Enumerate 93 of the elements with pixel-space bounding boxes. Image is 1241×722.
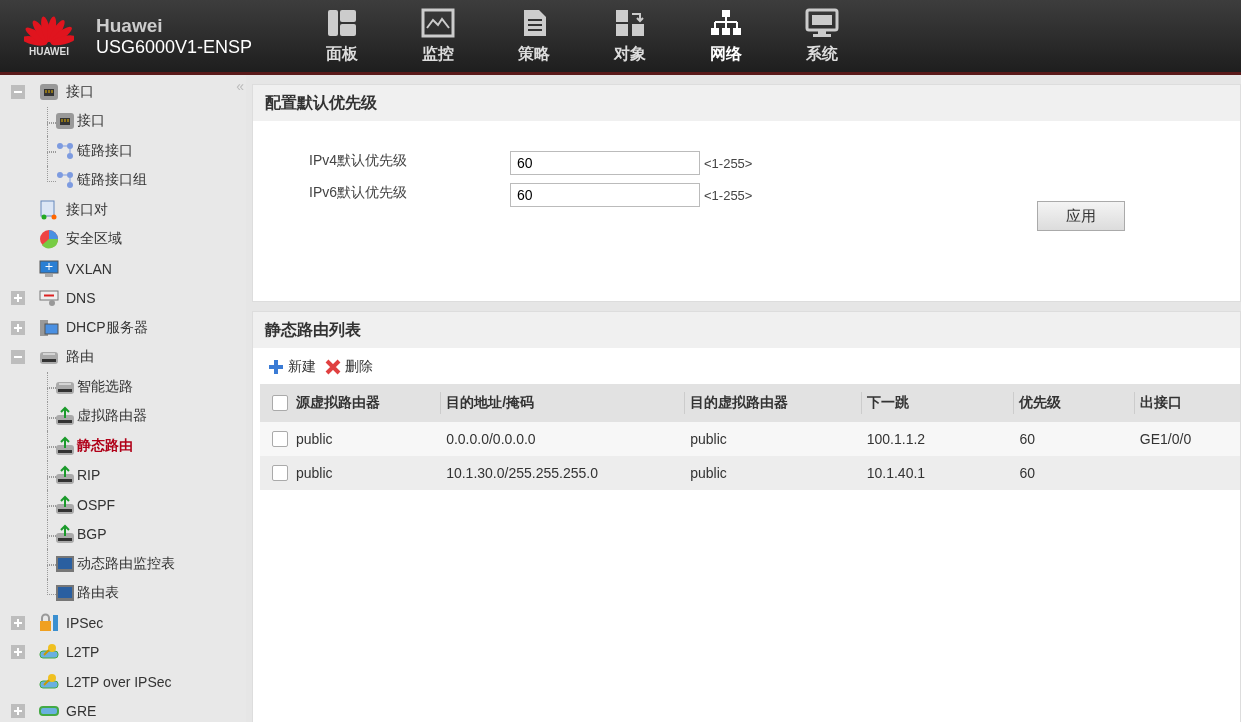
linked-nodes-icon — [55, 170, 75, 191]
input-field[interactable]: 60 — [510, 151, 700, 175]
server-monitor-icon — [39, 317, 59, 338]
panel-title: 配置默认优先级 — [253, 85, 1240, 121]
table-cell: 100.1.1.2 — [866, 431, 926, 447]
collapse-icon[interactable] — [11, 350, 25, 365]
column-header: 出接口 — [1133, 384, 1240, 422]
table-cell: 0.0.0.0/0.0.0.0 — [446, 431, 536, 447]
router-arrow-icon — [55, 494, 75, 515]
table-cell: 10.1.30.0/255.255.255.0 — [446, 465, 598, 481]
tree-item[interactable]: IPSec — [66, 614, 104, 631]
field-label: IPv6默认优先级 — [309, 184, 408, 202]
nav-tab[interactable]: 监控 — [390, 7, 487, 65]
column-header: 源虚拟路由器 — [296, 394, 380, 412]
cross-icon — [324, 358, 342, 376]
expand-icon[interactable] — [11, 320, 25, 335]
table-cell: public — [690, 465, 727, 481]
router-arrow-icon — [55, 524, 75, 545]
tree-item[interactable]: 安全区域 — [66, 230, 122, 249]
tree-item[interactable]: L2TP over IPSec — [66, 673, 172, 690]
petal-logo-icon — [24, 15, 74, 46]
table-cell: 60 — [1019, 431, 1036, 447]
pie-chart-icon — [39, 229, 59, 250]
column-header: 优先级 — [1013, 384, 1134, 422]
device-model: USG6000V1-ENSP — [96, 36, 253, 58]
table-row[interactable]: public 10.1.30.0/255.255.255.0 public 10.1.40.1 60 — [260, 456, 1240, 490]
router-arrow-icon — [55, 465, 75, 486]
tree-item[interactable]: VXLAN — [66, 260, 112, 277]
input-field[interactable]: 60 — [510, 183, 700, 207]
tree-item[interactable]: DNS — [66, 290, 96, 307]
monitor-chart-icon — [421, 7, 456, 38]
lock-icon — [39, 612, 59, 633]
panel-title: 静态路由列表 — [253, 312, 1240, 348]
nav-tab[interactable]: 系统 — [774, 7, 871, 65]
table-screen-icon — [55, 553, 75, 574]
nav-tab[interactable]: 面板 — [294, 7, 391, 65]
range-hint: <1-255> — [704, 187, 753, 203]
table-cell: public — [296, 465, 333, 481]
column-header: 下一跳 — [860, 384, 1014, 422]
table-cell: 60 — [1019, 465, 1036, 481]
tree-item[interactable]: 路由 — [66, 348, 94, 367]
nav-tab[interactable]: 对象 — [582, 7, 679, 65]
router-arrow-icon — [55, 406, 75, 427]
tree-item[interactable]: 虚拟路由器 — [77, 407, 147, 426]
tree-item[interactable]: 接口 — [66, 82, 94, 101]
tree-item[interactable]: 智能选路 — [77, 377, 133, 396]
tree-item[interactable]: L2TP — [66, 644, 100, 661]
table-cell: public — [296, 431, 333, 447]
computer-monitor-icon — [805, 7, 840, 38]
port-icon — [39, 81, 59, 102]
tree-item[interactable]: BGP — [77, 526, 107, 543]
product-name: Huawei — [96, 14, 164, 37]
table-cell: 10.1.40.1 — [866, 465, 926, 481]
apply-button[interactable]: 应用 — [1037, 201, 1125, 231]
column-header: 目的地址/掩码 — [440, 384, 685, 422]
plus-icon — [267, 358, 285, 376]
field-label: IPv4默认优先级 — [309, 152, 408, 170]
expand-icon[interactable] — [11, 291, 25, 306]
tree-item[interactable]: 静态路由 — [77, 436, 133, 455]
select-all-checkbox[interactable] — [272, 395, 288, 411]
expand-icon[interactable] — [11, 615, 25, 630]
key-tunnel-icon — [39, 671, 59, 692]
tree-item[interactable]: GRE — [66, 703, 97, 720]
tree-item[interactable]: OSPF — [77, 496, 116, 513]
nav-tab[interactable]: 网络 — [678, 7, 775, 65]
column-header: 目的虚拟路由器 — [684, 384, 861, 422]
monitor-icon — [39, 258, 59, 279]
expand-icon[interactable] — [11, 645, 25, 660]
row-checkbox[interactable] — [272, 431, 288, 447]
tree-item[interactable]: 接口 — [77, 112, 105, 131]
document-dots-icon — [39, 199, 59, 220]
tree-item[interactable]: 接口对 — [66, 200, 108, 219]
brand-name: HUAWEI — [29, 45, 69, 57]
tree-item[interactable]: 路由表 — [77, 584, 119, 603]
delete-button[interactable]: 删除 — [324, 358, 373, 376]
add-button[interactable]: 新建 — [267, 358, 316, 376]
network-tree-icon — [709, 7, 744, 38]
table-row[interactable]: public 0.0.0.0/0.0.0.0 public 100.1.1.2 60 GE1/0/0 — [260, 422, 1240, 456]
tree-item[interactable]: 动态路由监控表 — [77, 554, 175, 573]
tree-item[interactable]: 链路接口 — [77, 141, 133, 160]
linked-nodes-icon — [55, 140, 75, 161]
tree-item[interactable]: 链路接口组 — [77, 171, 147, 190]
nav-tab[interactable]: 策略 — [486, 7, 583, 65]
range-hint: <1-255> — [704, 155, 753, 171]
collapse-icon[interactable] — [11, 84, 25, 99]
tree-item[interactable]: RIP — [77, 467, 101, 484]
table-cell: GE1/0/0 — [1139, 431, 1192, 447]
expand-icon[interactable] — [11, 704, 25, 719]
table-cell: public — [690, 431, 727, 447]
router-arrow-icon — [55, 435, 75, 456]
row-checkbox[interactable] — [272, 465, 288, 481]
table-screen-icon — [55, 583, 75, 604]
tree-item[interactable]: DHCP服务器 — [66, 318, 148, 337]
